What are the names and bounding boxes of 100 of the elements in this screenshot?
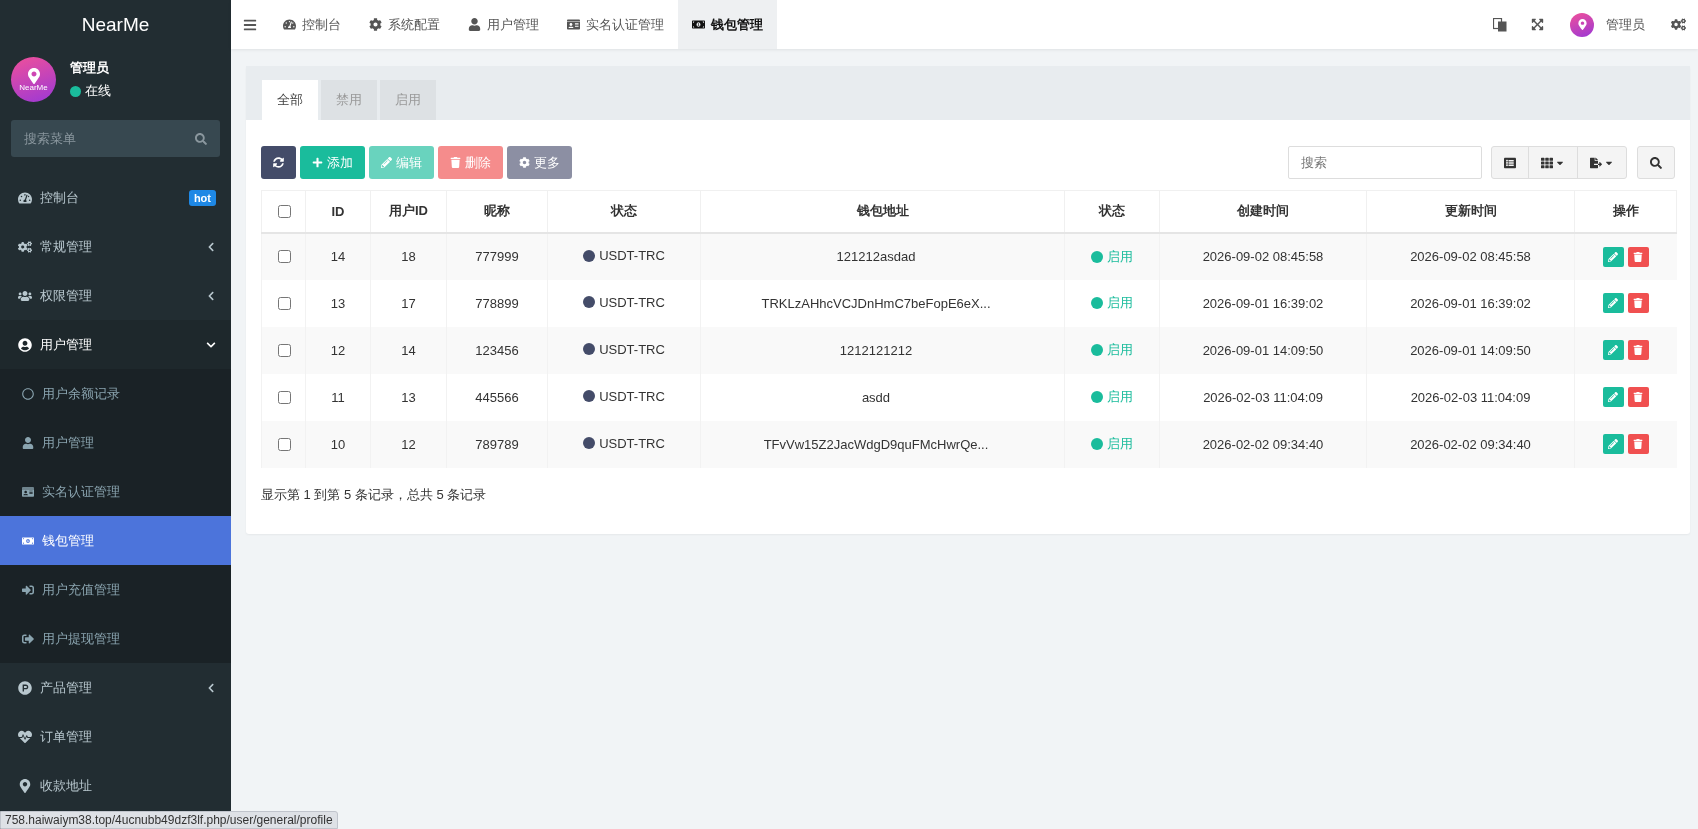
table-cell: 778899 xyxy=(446,279,548,327)
trash-icon xyxy=(1633,345,1644,355)
status-dot xyxy=(1091,438,1103,450)
sidebar-item[interactable]: 用户充值管理 xyxy=(0,565,231,614)
row-checkbox[interactable] xyxy=(277,390,291,404)
table-cell: 2026-09-01 14:09:50 xyxy=(1366,326,1575,374)
status-dot xyxy=(1091,297,1103,309)
sidebar-item[interactable]: 用户管理 xyxy=(0,320,231,369)
status-label: 启用 xyxy=(1107,388,1133,406)
chevron-down-icon xyxy=(206,339,216,350)
row-checkbox[interactable] xyxy=(277,296,291,310)
sidebar-item[interactable]: 用户余额记录 xyxy=(0,369,231,418)
table-cell: 14 xyxy=(305,232,371,280)
tab-icon xyxy=(283,18,296,31)
sidebar-item[interactable]: 用户提现管理 xyxy=(0,614,231,663)
delete-icon xyxy=(450,157,461,168)
row-checkbox[interactable] xyxy=(277,250,291,263)
tab-icon xyxy=(567,18,580,31)
table-cell: 2026-02-03 11:04:09 xyxy=(1366,373,1575,421)
wallet-type: USDT-TRC xyxy=(599,294,665,310)
sidebar-item[interactable]: 权限管理 xyxy=(0,271,231,320)
translate-icon[interactable] xyxy=(1493,17,1507,32)
settings-icon[interactable] xyxy=(1671,17,1686,32)
delete-button[interactable] xyxy=(1627,246,1649,267)
row-checkbox[interactable] xyxy=(277,343,291,357)
status-url: 758.haiwaiym38.top/4ucnubb49dzf3lf.php/user/general/profile xyxy=(0,811,338,829)
fullscreen-icon[interactable] xyxy=(1531,18,1544,31)
column-header: 创建时间 xyxy=(1159,190,1367,233)
list-icon xyxy=(1504,156,1516,169)
edit-button[interactable] xyxy=(1602,434,1624,454)
export-icon xyxy=(1590,156,1602,169)
pencil-icon xyxy=(1608,439,1619,449)
edit-button[interactable] xyxy=(1602,387,1624,407)
filter-tab[interactable]: 全部 xyxy=(262,80,318,120)
chevron-left-icon xyxy=(206,682,216,693)
user-status: 在线 xyxy=(85,82,111,100)
avatar-icon xyxy=(1570,12,1594,37)
delete-button[interactable] xyxy=(1627,293,1649,313)
edit-button[interactable] xyxy=(1602,246,1624,267)
search-icon xyxy=(1650,156,1662,169)
table-cell: 12 xyxy=(305,326,371,374)
search-button[interactable] xyxy=(1637,146,1675,179)
wallet-address: 1212121212 xyxy=(838,342,914,358)
table-cell: 2026-02-02 09:34:40 xyxy=(1366,420,1575,468)
delete-button[interactable] xyxy=(1627,387,1649,407)
user-menu[interactable]: 管理员 xyxy=(1556,0,1659,49)
edit-button[interactable] xyxy=(1602,293,1624,313)
status-dot xyxy=(583,390,596,403)
nav-tab[interactable]: 系统配置 xyxy=(355,0,454,49)
status-label: 启用 xyxy=(1107,247,1133,266)
sidebar-item[interactable]: 控制台 hot xyxy=(0,173,231,222)
nav-tab[interactable]: 钱包管理 xyxy=(678,0,777,49)
status-dot xyxy=(583,437,596,450)
table-cell: 2026-02-02 09:34:40 xyxy=(1159,420,1367,468)
sidebar-item[interactable]: 实名认证管理 xyxy=(0,467,231,516)
wallet-type: USDT-TRC xyxy=(599,341,665,357)
nav-tab[interactable]: 控制台 xyxy=(269,0,355,49)
row-checkbox[interactable] xyxy=(277,437,291,451)
tab-icon xyxy=(692,18,705,31)
table-cell: 2026-09-01 14:09:50 xyxy=(1159,326,1367,374)
edit-button[interactable] xyxy=(1602,340,1624,360)
search-field[interactable]: 搜索 xyxy=(1288,146,1482,179)
sidebar-item[interactable]: 产品管理 xyxy=(0,663,231,712)
table-cell: 123456 xyxy=(446,326,548,374)
grid-icon xyxy=(1541,156,1553,169)
trash-icon xyxy=(1633,251,1644,262)
select-all-checkbox[interactable] xyxy=(277,204,291,218)
table-cell: 789789 xyxy=(446,420,548,468)
table-cell: 12 xyxy=(370,420,447,468)
column-header: 钱包地址 xyxy=(700,190,1065,233)
avatar-logo: NearMe xyxy=(11,57,56,102)
nav-tab[interactable]: 实名认证管理 xyxy=(553,0,678,49)
pencil-icon xyxy=(1608,392,1619,402)
table-cell: 13 xyxy=(305,279,371,327)
pagination-info: 显示第 1 到第 5 条记录，总共 5 条记录 xyxy=(261,485,488,504)
status-dot xyxy=(1091,391,1103,403)
column-header: 操作 xyxy=(1574,190,1677,233)
delete-button[interactable] xyxy=(1627,340,1649,360)
wallet-address: 121212asdad xyxy=(835,249,917,264)
status-dot xyxy=(1091,344,1103,356)
tab-icon xyxy=(369,18,382,31)
sidebar-item[interactable]: 订单管理 xyxy=(0,712,231,761)
table-cell: 18 xyxy=(370,232,447,280)
table-cell: 2026-02-03 11:04:09 xyxy=(1159,373,1367,421)
pencil-icon xyxy=(1608,298,1619,308)
status-label: 启用 xyxy=(1107,341,1133,359)
sidebar-item[interactable]: 用户管理 xyxy=(0,418,231,467)
online-dot xyxy=(70,85,81,97)
refresh-button[interactable] xyxy=(261,146,296,179)
column-header: 状态 xyxy=(1064,190,1160,233)
wallet-type: USDT-TRC xyxy=(599,435,665,451)
nav-tab[interactable]: 用户管理 xyxy=(454,0,553,49)
status-label: 启用 xyxy=(1107,435,1133,453)
refresh-icon xyxy=(273,157,284,168)
sidebar-item[interactable]: 钱包管理 xyxy=(0,516,231,565)
wallet-type: USDT-TRC xyxy=(599,388,665,404)
wallet-type: USDT-TRC xyxy=(599,248,665,264)
sidebar-item[interactable]: 常规管理 xyxy=(0,222,231,271)
sidebar-item[interactable]: 收款地址 xyxy=(0,761,231,810)
delete-button[interactable] xyxy=(1627,434,1649,454)
